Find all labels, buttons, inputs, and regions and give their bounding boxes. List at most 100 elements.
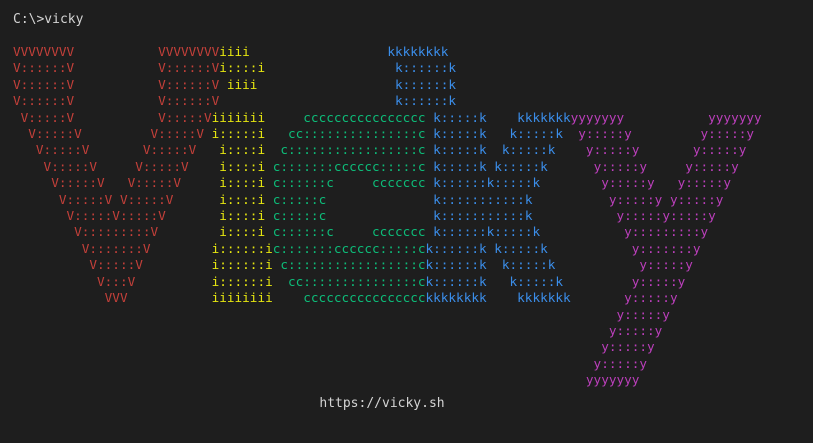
banner-row: y:::::y xyxy=(13,339,762,355)
banner-row: V:::::V V:::::V i::::i c:::::c k::::::::… xyxy=(13,192,762,208)
letter-c-segment: c:::::::cccccc:::::c xyxy=(265,158,434,174)
letter-i-segment: i::::i xyxy=(211,142,266,158)
letter-k-segment xyxy=(426,323,571,338)
banner-row: V:::::::V i::::::ic:::::::cccccc:::::ck:… xyxy=(13,241,762,257)
letter-y-segment: y:::::y y:::::y xyxy=(570,126,754,142)
banner-row: yyyyyyy xyxy=(13,372,762,388)
letter-i-segment xyxy=(212,339,273,354)
letter-c-segment xyxy=(273,372,426,387)
letter-i-segment: i::::i xyxy=(211,175,266,191)
banner-row: y:::::y xyxy=(13,356,762,372)
banner-row: V:::::V V:::::V i::::i c:::::::cccccc:::… xyxy=(13,159,762,175)
letter-y-segment: y:::::::::y xyxy=(570,224,709,240)
letter-y-segment: y:::::y:::::y xyxy=(570,208,716,224)
banner-row: V:::::V i::::::i c:::::::::::::::::ck:::… xyxy=(13,257,762,273)
letter-c-segment xyxy=(257,77,395,92)
ascii-art-banner: VVVVVVVV VVVVVVVViiii kkkkkkkk V::::::V V… xyxy=(13,44,762,389)
banner-row: V:::V i::::::i cc:::::::::::::::ck::::::… xyxy=(13,274,762,290)
letter-v-segment: V:::::V V:::::V xyxy=(13,142,212,158)
letter-i-segment: i::::i xyxy=(211,158,266,174)
letter-y-segment: y:::::y xyxy=(570,339,655,355)
banner-row: V:::::V V:::::V i:::::i cc::::::::::::::… xyxy=(13,126,762,142)
banner-row: y:::::y xyxy=(13,307,762,323)
letter-v-segment: V:::::V V:::::V xyxy=(13,126,212,142)
command-prompt: C:\>vicky xyxy=(13,12,84,27)
letter-v-segment: V:::::V V:::::V xyxy=(13,109,212,125)
letter-c-segment xyxy=(265,60,395,75)
letter-c-segment: c::::::c ccccccc xyxy=(265,224,434,240)
letter-k-segment: kkkkkkkk kkkkkkk xyxy=(425,290,571,306)
website-url[interactable]: https://vicky.sh xyxy=(0,396,764,412)
letter-k-segment: k::::::k k:::::k xyxy=(425,273,571,289)
letter-i-segment xyxy=(219,93,265,108)
letter-v-segment xyxy=(13,372,212,387)
letter-i-segment: i::::i xyxy=(219,60,266,76)
letter-k-segment: k::::::k xyxy=(394,93,457,109)
letter-v-segment: V::::::V V::::::V xyxy=(13,76,220,92)
letter-k-segment: k::::::k:::::k xyxy=(433,224,571,240)
letter-k-segment: k::::::k k:::::k xyxy=(425,257,571,273)
letter-c-segment: cccccccccccccccc xyxy=(265,109,434,125)
letter-k-segment: k:::::k k:::::k xyxy=(433,158,571,174)
letter-i-segment: i::::i xyxy=(211,224,266,240)
letter-k-segment: k:::::k k:::::k xyxy=(433,142,571,158)
letter-v-segment: V:::::::::V xyxy=(13,224,212,240)
letter-y-segment: y:::::y y:::::y xyxy=(570,175,732,191)
letter-i-segment xyxy=(212,323,273,338)
letter-k-segment: k::::::k xyxy=(394,76,457,92)
letter-i-segment: i::::::i xyxy=(211,240,273,256)
banner-row: V:::::V:::::V i::::i c:::::c k::::::::::… xyxy=(13,208,762,224)
letter-c-segment xyxy=(273,307,426,322)
letter-c-segment: c:::::::::::::::::c xyxy=(265,142,434,158)
letter-k-segment xyxy=(426,339,571,354)
letter-k-segment xyxy=(426,307,571,322)
letter-y-segment: y:::::y xyxy=(570,306,670,322)
letter-y-segment: y:::::y xyxy=(570,322,663,338)
letter-i-segment: iiiiiii xyxy=(211,109,266,125)
letter-c-segment xyxy=(273,339,426,354)
letter-v-segment: V:::::V V:::::V xyxy=(13,158,212,174)
letter-k-segment: k:::::::::::k xyxy=(433,191,571,207)
letter-y-segment: y:::::y xyxy=(570,355,648,371)
letter-v-segment xyxy=(13,339,212,354)
letter-i-segment: i:::::i xyxy=(211,126,266,142)
letter-v-segment: V:::::V:::::V xyxy=(13,208,212,224)
letter-y-segment: y:::::y y:::::y xyxy=(570,191,724,207)
letter-c-segment: c:::::c xyxy=(265,208,434,224)
letter-y-segment: y:::::y xyxy=(570,273,686,289)
letter-c-segment: c::::::c ccccccc xyxy=(265,175,434,191)
letter-c-segment: c:::::c xyxy=(265,191,434,207)
letter-k-segment: k:::::k k:::::k xyxy=(433,126,571,142)
banner-row: V::::::V V::::::V iiii k::::::k xyxy=(13,77,762,93)
letter-c-segment xyxy=(265,93,395,108)
banner-row: V:::::::::V i::::i c::::::c ccccccc k:::… xyxy=(13,224,762,240)
letter-v-segment xyxy=(13,356,212,371)
letter-i-segment: iiii xyxy=(219,44,250,59)
letter-v-segment: VVV xyxy=(13,290,212,306)
letter-v-segment: V::::::V V::::::V xyxy=(13,93,220,109)
letter-c-segment: cccccccccccccccc xyxy=(272,290,426,306)
letter-y-segment: y:::::::y xyxy=(570,240,701,256)
letter-k-segment: k:::::k kkkkkkk xyxy=(433,109,571,125)
banner-row: V:::::V V:::::V i::::i c::::::c ccccccc … xyxy=(13,175,762,191)
letter-k-segment: k::::::k k:::::k xyxy=(425,240,571,256)
letter-k-segment: kkkkkkkk xyxy=(387,44,449,59)
letter-c-segment: c:::::::::::::::::c xyxy=(272,257,426,273)
letter-v-segment: V:::::V V:::::V xyxy=(13,175,212,191)
letter-c-segment xyxy=(273,356,426,371)
letter-i-segment xyxy=(212,356,273,371)
banner-row: V:::::V V:::::Viiiiiii cccccccccccccccc … xyxy=(13,110,762,126)
letter-c-segment: cc:::::::::::::::c xyxy=(272,273,426,289)
terminal-window[interactable]: C:\>vicky VVVVVVVV VVVVVVVViiii kkkkkkkk… xyxy=(0,0,813,443)
letter-i-segment: iiii xyxy=(219,76,258,92)
letter-i-segment xyxy=(212,372,273,387)
letter-v-segment: V:::::::V xyxy=(13,240,212,256)
letter-v-segment: V::::::V V::::::V xyxy=(13,60,220,76)
banner-row: V::::::V V::::::V k::::::k xyxy=(13,93,762,109)
letter-i-segment: i::::::i xyxy=(211,257,273,273)
letter-y-segment: yyyyyyy yyyyyyy xyxy=(570,109,762,125)
letter-y-segment: y:::::y y:::::y xyxy=(570,158,739,174)
letter-k-segment: k::::::k:::::k xyxy=(433,175,571,191)
letter-k-segment: k:::::::::::k xyxy=(433,208,571,224)
letter-y-segment: y:::::y xyxy=(570,257,693,273)
